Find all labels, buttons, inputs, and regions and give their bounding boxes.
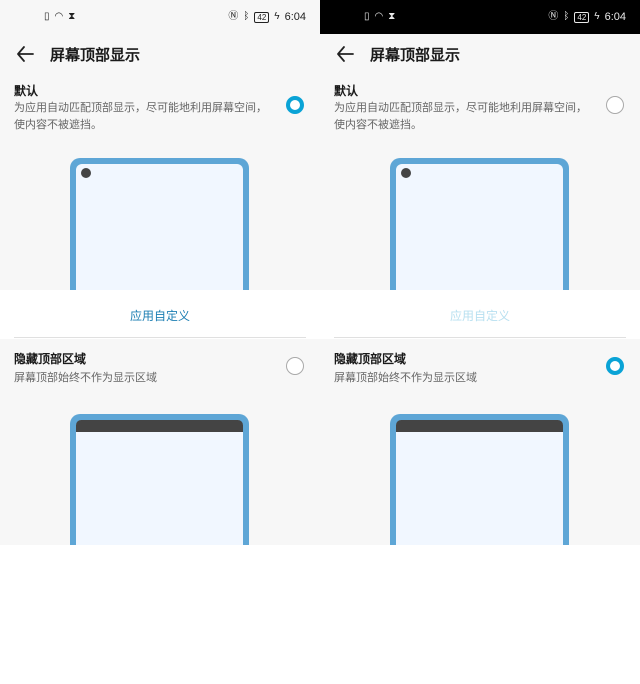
status-left-icons: ▯ ◠ ⧗ <box>44 12 75 22</box>
wifi-icon: ◠ <box>374 11 384 22</box>
nfc-icon: Ⓝ <box>228 11 239 22</box>
inner-screen <box>398 432 561 545</box>
option-default-description: 为应用自动匹配顶部显示，尽可能地利用屏幕空间，使内容不被遮挡。 <box>334 101 587 131</box>
option-default-description: 为应用自动匹配顶部显示，尽可能地利用屏幕空间，使内容不被遮挡。 <box>14 101 267 131</box>
charging-icon: ϟ <box>594 11 600 22</box>
divider <box>14 337 306 338</box>
hourglass-icon: ⧗ <box>68 11 76 22</box>
option-hide[interactable]: 隐藏顶部区域 屏幕顶部始终不作为显示区域 <box>320 340 640 545</box>
sim-icon: ▯ <box>364 11 370 22</box>
status-right-icons: Ⓝ ᛒ 42 ϟ 6:04 <box>548 11 626 23</box>
phone-screen <box>396 164 563 290</box>
charging-icon: ϟ <box>274 11 280 22</box>
wifi-icon: ◠ <box>54 11 64 22</box>
radio-default[interactable] <box>286 96 304 114</box>
option-hide-description: 屏幕顶部始终不作为显示区域 <box>14 371 157 384</box>
option-hide-description: 屏幕顶部始终不作为显示区域 <box>334 371 477 384</box>
camera-dot <box>81 168 91 178</box>
hourglass-icon: ⧗ <box>388 11 396 22</box>
option-default[interactable]: 默认 为应用自动匹配顶部显示，尽可能地利用屏幕空间，使内容不被遮挡。 应用自定义 <box>0 74 320 339</box>
hidden-top-bar <box>396 420 563 432</box>
phone-screen <box>76 164 243 290</box>
status-time: 6:04 <box>604 11 626 23</box>
custom-app-link-disabled: 应用自定义 <box>449 309 510 323</box>
status-bar: ▯ ◠ ⧗ Ⓝ ᛒ 42 ϟ 6:04 <box>320 0 640 34</box>
option-default[interactable]: 默认 为应用自动匹配顶部显示，尽可能地利用屏幕空间，使内容不被遮挡。 应用自定义 <box>320 74 640 339</box>
option-hide-title: 隐藏顶部区域 <box>334 352 407 366</box>
option-default-title: 默认 <box>334 84 359 98</box>
back-button[interactable] <box>332 41 358 67</box>
nfc-icon: Ⓝ <box>548 11 559 22</box>
app-bar: 屏幕顶部显示 <box>320 34 640 74</box>
blank-area <box>0 545 320 684</box>
back-button[interactable] <box>12 41 38 67</box>
option-hide-title: 隐藏顶部区域 <box>14 352 87 366</box>
hidden-top-bar <box>76 420 243 432</box>
sim-icon: ▯ <box>44 11 50 22</box>
radio-hide[interactable] <box>286 357 304 375</box>
option-hide[interactable]: 隐藏顶部区域 屏幕顶部始终不作为显示区域 <box>0 340 320 545</box>
status-left-icons: ▯ ◠ ⧗ <box>364 12 395 22</box>
bluetooth-icon: ᛒ <box>563 11 570 22</box>
radio-default[interactable] <box>606 96 624 114</box>
left-panel: ▯ ◠ ⧗ Ⓝ ᛒ 42 ϟ 6:04 屏幕顶部显示 默认 为应用自动匹配顶部显… <box>0 0 320 684</box>
phone-illustration-default <box>390 158 569 290</box>
right-panel: ▯ ◠ ⧗ Ⓝ ᛒ 42 ϟ 6:04 屏幕顶部显示 默认 为应用自动匹配顶部显… <box>320 0 640 684</box>
divider <box>334 337 626 338</box>
phone-illustration-hide <box>390 414 569 545</box>
custom-app-link[interactable]: 应用自定义 <box>0 307 320 324</box>
battery-icon: 42 <box>574 11 590 23</box>
blank-area <box>320 545 640 684</box>
battery-icon: 42 <box>254 11 270 23</box>
bluetooth-icon: ᛒ <box>243 11 250 22</box>
status-right-icons: Ⓝ ᛒ 42 ϟ 6:04 <box>228 11 306 23</box>
arrow-left-icon <box>17 46 34 62</box>
arrow-left-icon <box>337 46 354 62</box>
page-title: 屏幕顶部显示 <box>50 45 141 64</box>
option-default-title: 默认 <box>14 84 39 98</box>
page-title: 屏幕顶部显示 <box>370 45 461 64</box>
radio-hide[interactable] <box>606 357 624 375</box>
phone-illustration-default <box>70 158 249 290</box>
phone-screen <box>76 420 243 545</box>
status-time: 6:04 <box>284 11 306 23</box>
phone-screen <box>396 420 563 545</box>
phone-illustration-hide <box>70 414 249 545</box>
status-bar: ▯ ◠ ⧗ Ⓝ ᛒ 42 ϟ 6:04 <box>0 0 320 34</box>
app-bar: 屏幕顶部显示 <box>0 34 320 74</box>
inner-screen <box>78 432 241 545</box>
camera-dot <box>401 168 411 178</box>
